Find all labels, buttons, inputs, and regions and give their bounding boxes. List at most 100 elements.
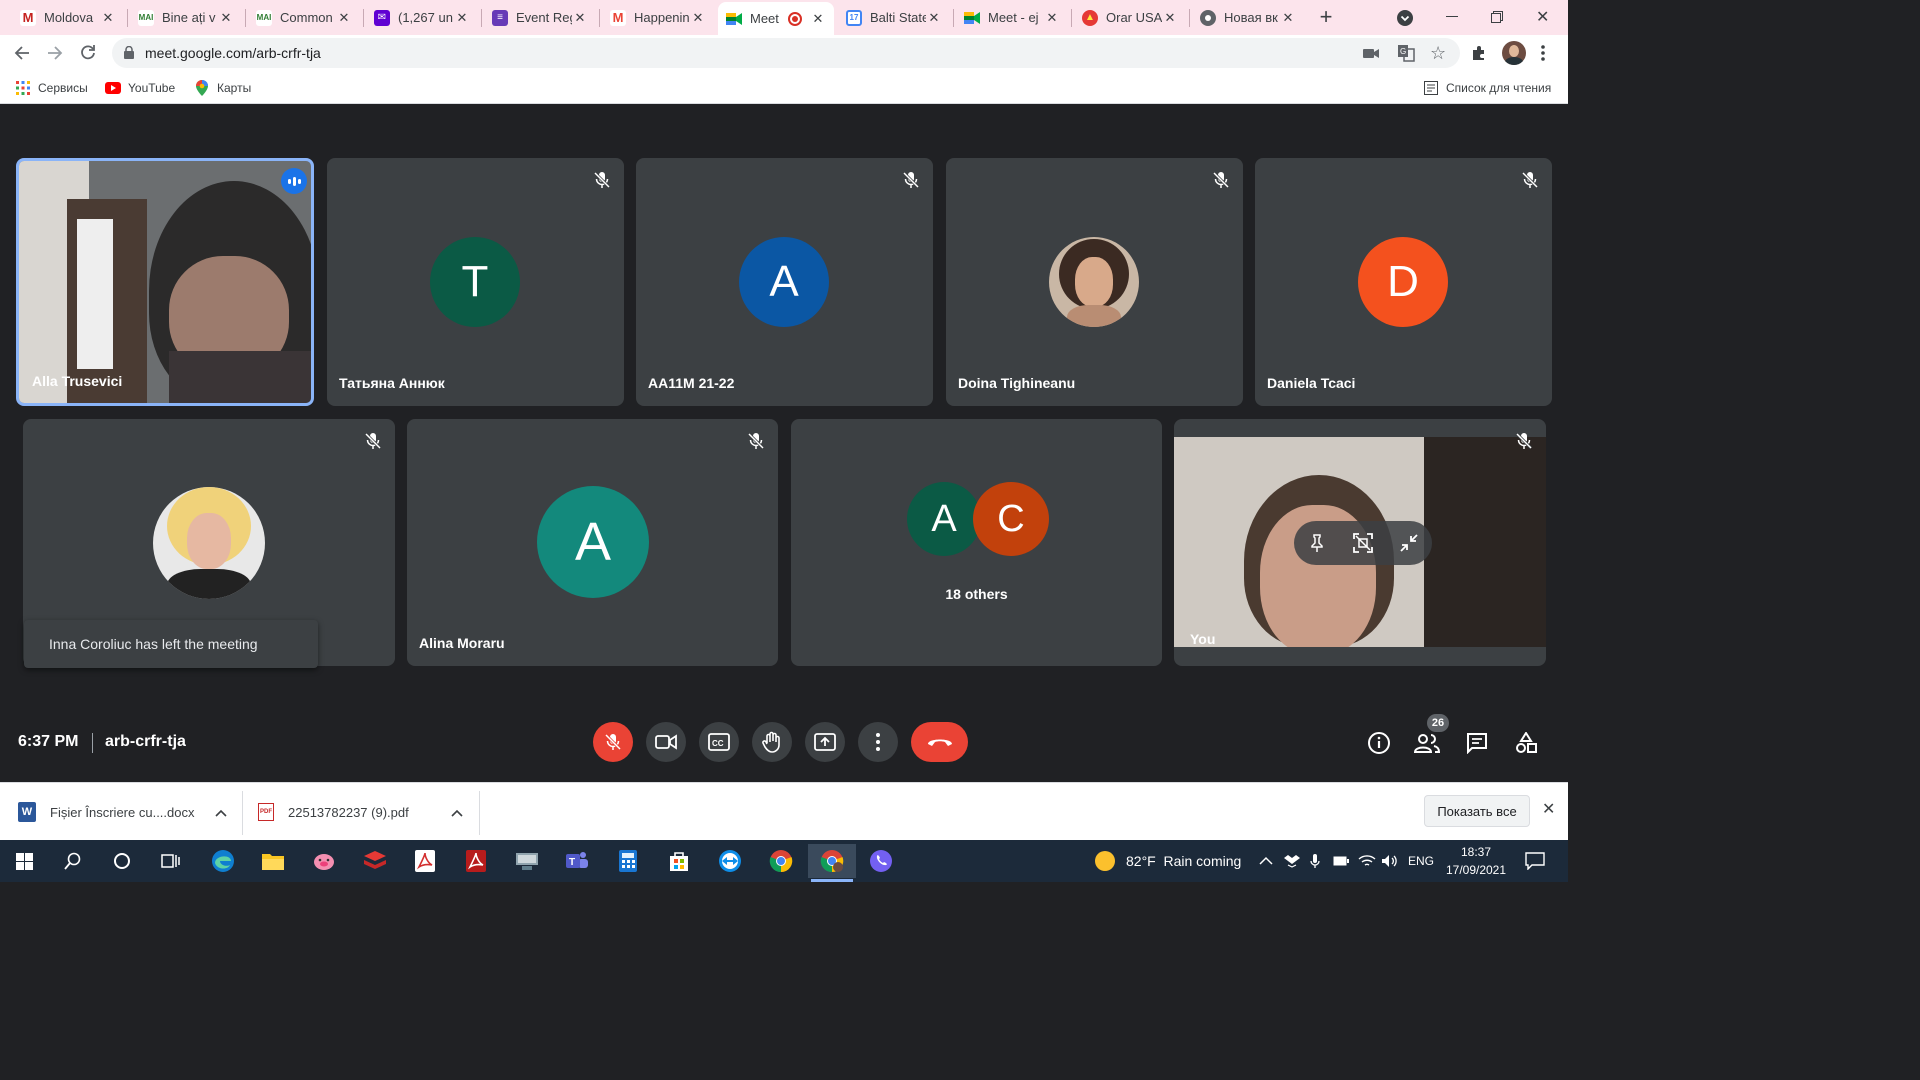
frame-person-icon[interactable] (1353, 533, 1373, 553)
participants-button[interactable] (1414, 730, 1440, 756)
network-app-icon[interactable] (505, 844, 549, 878)
translate-icon[interactable]: G (1397, 44, 1415, 62)
piggy-app-icon[interactable] (302, 844, 346, 878)
participant-tile-alina[interactable]: A Alina Moraru (407, 419, 778, 666)
forward-arrow-icon[interactable] (45, 43, 65, 63)
participant-tile-you[interactable]: You (1174, 419, 1546, 666)
microsoft-store-icon[interactable] (657, 844, 701, 878)
close-tab-icon[interactable]: ✕ (810, 11, 826, 27)
meeting-details-button[interactable] (1366, 730, 1392, 756)
back-arrow-icon[interactable] (12, 43, 32, 63)
chevron-up-icon[interactable] (214, 805, 227, 820)
close-tab-icon[interactable]: ✕ (926, 10, 942, 26)
present-icon (814, 733, 836, 751)
tab-yahoo-mail[interactable]: ✉ (1,267 un ✕ (366, 4, 478, 31)
wifi-tray-icon[interactable] (1358, 840, 1376, 882)
tab-orar-usa[interactable]: ▲ Orar USA ✕ (1074, 4, 1186, 31)
tab-common[interactable]: MAI Common ✕ (248, 4, 360, 31)
raise-hand-button[interactable] (752, 722, 792, 762)
books-app-icon[interactable] (353, 844, 397, 878)
chat-button[interactable] (1464, 730, 1490, 756)
close-tab-icon[interactable]: ✕ (690, 10, 706, 26)
participant-tile-tatiana[interactable]: T Татьяна Аннюк (327, 158, 624, 406)
tab-event-reg[interactable]: ≡ Event Reg ✕ (484, 4, 596, 31)
microphone-tray-icon[interactable] (1310, 840, 1320, 882)
windows-start-icon[interactable] (2, 844, 46, 878)
edge-icon[interactable] (201, 844, 245, 878)
search-icon[interactable] (51, 844, 95, 878)
bookmark-youtube[interactable]: YouTube (105, 79, 175, 97)
close-downloads-icon[interactable]: ✕ (1542, 802, 1556, 818)
close-tab-icon[interactable]: ✕ (572, 10, 588, 26)
clock[interactable]: 18:37 17/09/2021 (1440, 843, 1512, 879)
window-close-icon[interactable]: ✕ (1536, 7, 1552, 26)
address-bar[interactable]: meet.google.com/arb-crfr-tja G ☆ (112, 38, 1460, 68)
captions-button[interactable]: CC (699, 722, 739, 762)
close-tab-icon[interactable]: ✕ (1044, 10, 1060, 26)
close-tab-icon[interactable]: ✕ (218, 10, 234, 26)
new-tab-plus-icon[interactable]: + (1316, 6, 1336, 28)
battery-tray-icon[interactable] (1333, 840, 1349, 882)
tab-new-tab[interactable]: Новая вк ✕ (1192, 4, 1304, 31)
chrome-icon[interactable] (759, 844, 803, 878)
restore-icon[interactable] (1491, 10, 1503, 23)
bookmark-maps[interactable]: Карты (194, 79, 251, 97)
chevron-up-icon[interactable] (451, 805, 463, 820)
cortana-icon[interactable] (100, 844, 144, 878)
tab-bine-ati[interactable]: MAI Bine ați v ✕ (130, 4, 242, 31)
volume-tray-icon[interactable] (1381, 840, 1399, 882)
profile-avatar[interactable] (1502, 41, 1526, 65)
task-view-icon[interactable] (149, 844, 193, 878)
reload-icon[interactable] (78, 43, 98, 63)
minimize-icon[interactable] (1446, 16, 1458, 17)
tab-balti-state[interactable]: 17 Balti State ✕ (838, 4, 950, 31)
camera-in-use-icon[interactable] (1362, 45, 1380, 61)
activities-button[interactable] (1513, 730, 1539, 756)
close-tab-icon[interactable]: ✕ (1162, 10, 1178, 26)
participant-tile-alla-trusevici[interactable]: Alla Trusevici (16, 158, 314, 406)
reading-list-button[interactable]: Список для чтения (1423, 79, 1551, 97)
teamviewer-icon[interactable] (708, 844, 752, 878)
participant-tile-daniela[interactable]: D Daniela Tcaci (1255, 158, 1552, 406)
close-tab-icon[interactable]: ✕ (1280, 10, 1296, 26)
close-tab-icon[interactable]: ✕ (336, 10, 352, 26)
extensions-puzzle-icon[interactable] (1469, 43, 1489, 63)
file-explorer-icon[interactable] (251, 844, 295, 878)
leave-call-button[interactable] (911, 722, 968, 762)
present-screen-button[interactable] (805, 722, 845, 762)
acrobat-icon[interactable] (454, 844, 498, 878)
bookmark-star-icon[interactable]: ☆ (1430, 43, 1450, 63)
download-item-docx[interactable]: W Fișier Înscriere cu....docx (18, 783, 240, 841)
url-text[interactable]: meet.google.com/arb-crfr-tja (145, 45, 321, 61)
participant-tile-aa11m[interactable]: A AA11M 21-22 (636, 158, 933, 406)
lock-icon[interactable] (124, 46, 134, 59)
chrome-menu-icon[interactable] (1540, 43, 1546, 63)
weather-widget[interactable]: 82°F Rain coming (1095, 840, 1241, 882)
close-tab-icon[interactable]: ✕ (454, 10, 470, 26)
mic-toggle-button[interactable] (593, 722, 633, 762)
tab-moldova[interactable]: M Moldova ✕ (12, 4, 124, 31)
acrobat-reader-icon[interactable] (403, 844, 447, 878)
bookmark-services[interactable]: Сервисы (15, 79, 88, 97)
tab-happening[interactable]: M Happenin ✕ (602, 4, 714, 31)
download-item-pdf[interactable]: PDF 22513782237 (9).pdf (258, 783, 464, 841)
minimize-arrows-icon[interactable] (1399, 533, 1419, 553)
close-tab-icon[interactable]: ✕ (100, 10, 116, 26)
camera-toggle-button[interactable] (646, 722, 686, 762)
dropbox-tray-icon[interactable] (1284, 840, 1300, 882)
chrome-profile-active-icon[interactable] (808, 844, 856, 878)
more-options-button[interactable] (858, 722, 898, 762)
language-indicator[interactable]: ENG (1408, 840, 1434, 882)
show-all-downloads-button[interactable]: Показать все (1424, 795, 1530, 827)
notification-center-icon[interactable] (1525, 840, 1545, 882)
viber-icon[interactable] (859, 844, 903, 878)
pin-icon[interactable] (1307, 533, 1327, 553)
tab-meet-ej[interactable]: Meet - ej ✕ (956, 4, 1068, 31)
tab-meet-active[interactable]: Meet ✕ (718, 2, 834, 35)
tab-search-icon[interactable] (1397, 10, 1413, 26)
teams-icon[interactable]: T (555, 844, 599, 878)
show-hidden-icons-icon[interactable] (1259, 840, 1273, 882)
participant-tile-doina[interactable]: Doina Tighineanu (946, 158, 1243, 406)
calculator-icon[interactable] (606, 844, 650, 878)
participant-tile-others[interactable]: A C 18 others (791, 419, 1162, 666)
